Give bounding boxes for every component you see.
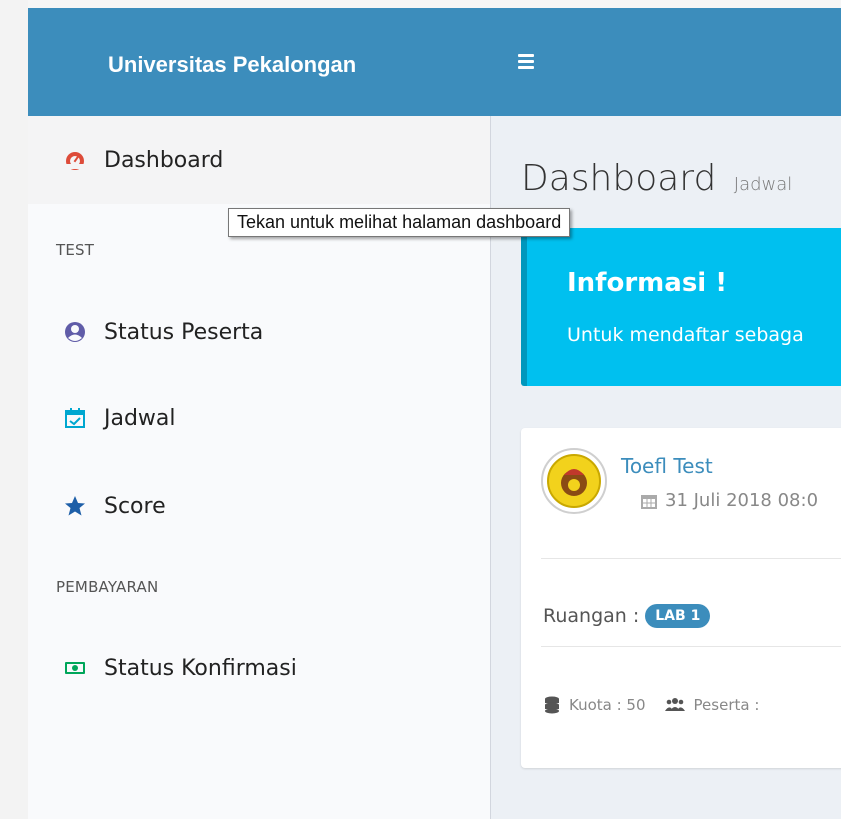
sidebar-item-label: Jadwal	[104, 405, 176, 431]
card-divider	[541, 646, 841, 647]
page-top-edge	[0, 0, 841, 8]
schedule-card: Toefl Test 31 Juli 2018 08:0 Ruangan : L…	[521, 428, 841, 768]
calendar-check-icon	[64, 407, 86, 429]
test-date-text: 31 Juli 2018 08:0	[665, 490, 819, 511]
page-subtitle: Jadwal	[733, 174, 793, 195]
tooltip: Tekan untuk melihat halaman dashboard	[228, 208, 571, 237]
sidebar-item-dashboard[interactable]: Dashboard	[28, 116, 490, 204]
hamburger-icon[interactable]	[518, 54, 536, 70]
brand-name[interactable]: Universitas Pekalongan	[108, 52, 356, 78]
participants-text: Peserta :	[693, 696, 760, 714]
callout-title: Informasi !	[567, 268, 728, 298]
sidebar-item-jadwal[interactable]: Jadwal	[28, 374, 490, 462]
university-logo	[541, 448, 607, 514]
info-callout: Informasi ! Untuk mendaftar sebaga	[521, 228, 841, 386]
card-divider	[541, 558, 841, 559]
quota-text: Kuota : 50	[569, 696, 646, 714]
sidebar-item-label: Status Peserta	[104, 319, 264, 345]
brand-logo-area[interactable]: Universitas Pekalongan	[28, 8, 490, 116]
card-stats: Kuota : 50 Peserta :	[543, 696, 759, 714]
users-icon	[664, 696, 686, 714]
money-icon	[64, 657, 86, 679]
test-date: 31 Juli 2018 08:0	[639, 490, 818, 511]
page-left-edge	[0, 0, 28, 819]
room-badge: LAB 1	[645, 604, 711, 628]
sidebar-header-test: TEST	[56, 241, 95, 259]
test-title-link[interactable]: Toefl Test	[621, 454, 713, 478]
room-label: Ruangan :	[543, 605, 640, 627]
page-title: Dashboard Jadwal	[521, 158, 792, 199]
database-icon	[543, 696, 561, 714]
room-info: Ruangan : LAB 1	[543, 604, 711, 628]
callout-text: Untuk mendaftar sebaga	[567, 324, 804, 346]
dashboard-icon	[64, 149, 86, 171]
sidebar-item-status-konfirmasi[interactable]: Status Konfirmasi	[28, 624, 490, 712]
sidebar-item-label: Score	[104, 493, 166, 519]
star-icon	[64, 495, 86, 517]
user-circle-icon	[64, 321, 86, 343]
calendar-icon	[639, 491, 659, 511]
sidebar-item-status-peserta[interactable]: Status Peserta	[28, 288, 490, 376]
page-title-text: Dashboard	[521, 158, 717, 199]
app-window: Universitas Pekalongan Dashboard TEST St…	[28, 8, 841, 819]
sidebar-item-score[interactable]: Score	[28, 462, 490, 550]
sidebar-item-label: Status Konfirmasi	[104, 655, 297, 681]
top-navbar: Universitas Pekalongan	[28, 8, 841, 116]
sidebar-header-pembayaran: PEMBAYARAN	[56, 578, 159, 596]
sidebar-item-label: Dashboard	[104, 147, 224, 173]
